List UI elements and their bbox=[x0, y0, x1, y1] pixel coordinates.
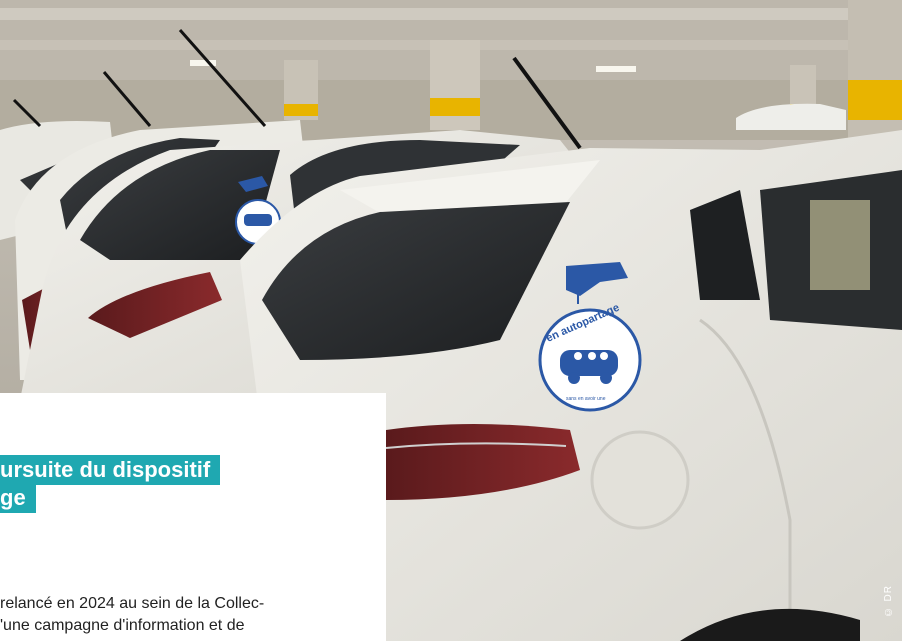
article-text-panel: ursuite du dispositif ge relancé en 2024… bbox=[0, 393, 386, 641]
photo-credit: © DR bbox=[883, 585, 894, 618]
fuel-cap bbox=[590, 430, 690, 530]
headline-line-1: ursuite du dispositif bbox=[0, 455, 221, 485]
body-line-1: relancé en 2024 au sein de la Collec- bbox=[0, 595, 265, 612]
sticker-subtext: sans en avoir une bbox=[566, 396, 606, 402]
pillar bbox=[430, 40, 480, 130]
article-body: relancé en 2024 au sein de la Collec- 'u… bbox=[0, 593, 386, 637]
headline-line-2: ge bbox=[0, 483, 36, 513]
body-line-2: 'une campagne d'information et de bbox=[0, 617, 245, 634]
